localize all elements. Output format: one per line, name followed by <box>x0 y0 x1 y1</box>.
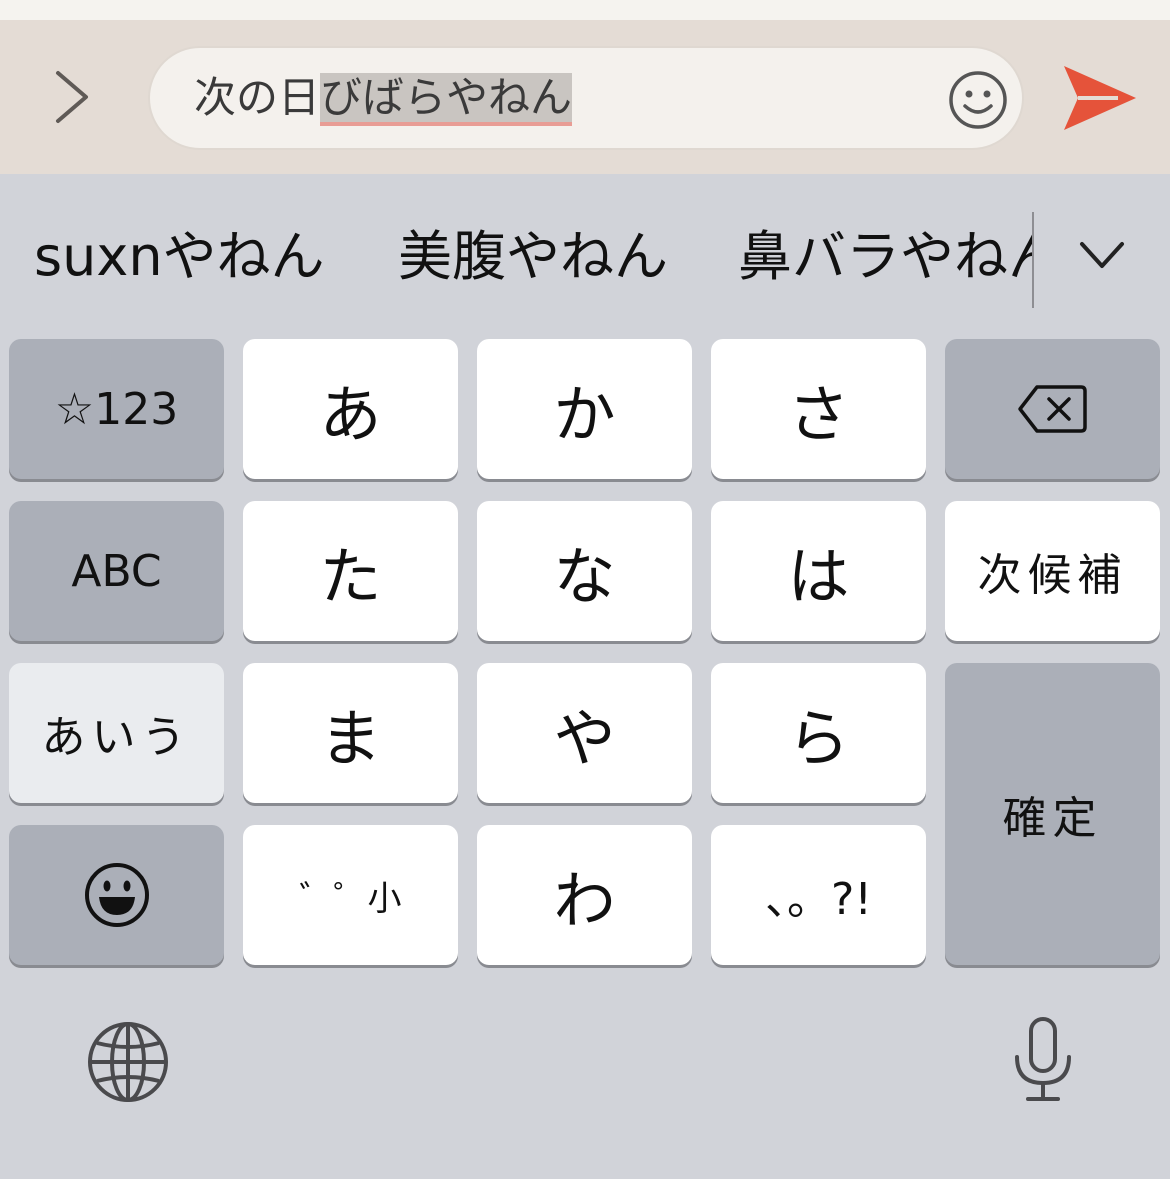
message-text-field[interactable]: 次の日びばらやねん <box>148 46 1024 150</box>
backspace-icon <box>1017 385 1087 433</box>
delete-key[interactable] <box>945 339 1160 479</box>
emoji-button[interactable] <box>946 68 1010 132</box>
candidate-2[interactable]: 美腹やねん <box>398 222 698 292</box>
expand-candidates-button[interactable] <box>1070 226 1134 286</box>
chevron-right-icon <box>56 71 88 123</box>
globe-icon <box>88 1022 168 1102</box>
expand-button[interactable] <box>40 65 100 129</box>
key-ta-label: た <box>319 540 382 613</box>
message-text: 次の日びばらやねん <box>194 68 573 128</box>
grinning-face-icon <box>84 863 149 927</box>
abc-key-label: ABC <box>71 545 162 597</box>
dictation-button[interactable] <box>998 1015 1088 1105</box>
smiley-icon <box>949 71 1007 129</box>
symbols-key[interactable]: ☆123 <box>9 339 224 479</box>
key-ha-label: は <box>787 540 850 613</box>
punctuation-key[interactable]: 、。?! <box>711 825 926 965</box>
key-na-label: な <box>553 540 616 613</box>
hiragana-mode-key-label: あいう <box>41 712 192 763</box>
dakuten-small-key-label: ゛゜小 <box>299 878 402 919</box>
composing-text: びばらやねん <box>320 73 573 126</box>
candidate-bar: suxnやねん 美腹やねん 鼻バラやねん <box>0 174 1170 334</box>
confirm-key-label: 確定 <box>1002 793 1103 844</box>
key-na[interactable]: な <box>477 501 692 641</box>
key-ka[interactable]: か <box>477 339 692 479</box>
committed-text: 次の日 <box>194 73 321 122</box>
candidate-3[interactable]: 鼻バラやねん <box>738 222 1034 292</box>
key-ha[interactable]: は <box>711 501 926 641</box>
paper-plane-icon <box>1064 66 1136 130</box>
dakuten-small-key[interactable]: ゛゜小 <box>243 825 458 965</box>
hiragana-mode-key[interactable]: あいう <box>9 663 224 803</box>
globe-button[interactable] <box>83 1017 173 1107</box>
emoji-key[interactable] <box>9 825 224 965</box>
message-input-bar: 次の日びばらやねん <box>0 20 1170 174</box>
microphone-icon <box>1015 1017 1071 1101</box>
symbols-key-label: ☆123 <box>54 383 179 435</box>
key-wa[interactable]: わ <box>477 825 692 965</box>
next-candidate-key[interactable]: 次候補 <box>945 501 1160 641</box>
candidate-divider <box>1032 212 1034 308</box>
key-ra-label: ら <box>787 702 850 775</box>
candidate-1[interactable]: suxnやねん <box>34 222 344 292</box>
key-a-label: あ <box>319 378 382 451</box>
key-sa-label: さ <box>787 378 850 451</box>
confirm-key[interactable]: 確定 <box>945 663 1160 965</box>
next-candidate-key-label: 次候補 <box>977 550 1128 601</box>
key-ka-label: か <box>553 378 616 451</box>
top-strip <box>0 0 1170 20</box>
key-ya[interactable]: や <box>477 663 692 803</box>
key-sa[interactable]: さ <box>711 339 926 479</box>
abc-key[interactable]: ABC <box>9 501 224 641</box>
chevron-down-icon <box>1080 242 1124 268</box>
punctuation-key-label: 、。?! <box>765 874 872 925</box>
key-a[interactable]: あ <box>243 339 458 479</box>
key-ta[interactable]: た <box>243 501 458 641</box>
key-ra[interactable]: ら <box>711 663 926 803</box>
key-ma[interactable]: ま <box>243 663 458 803</box>
send-button[interactable] <box>1060 64 1140 132</box>
key-ma-label: ま <box>319 702 382 775</box>
key-wa-label: わ <box>553 864 616 937</box>
key-ya-label: や <box>553 702 616 775</box>
